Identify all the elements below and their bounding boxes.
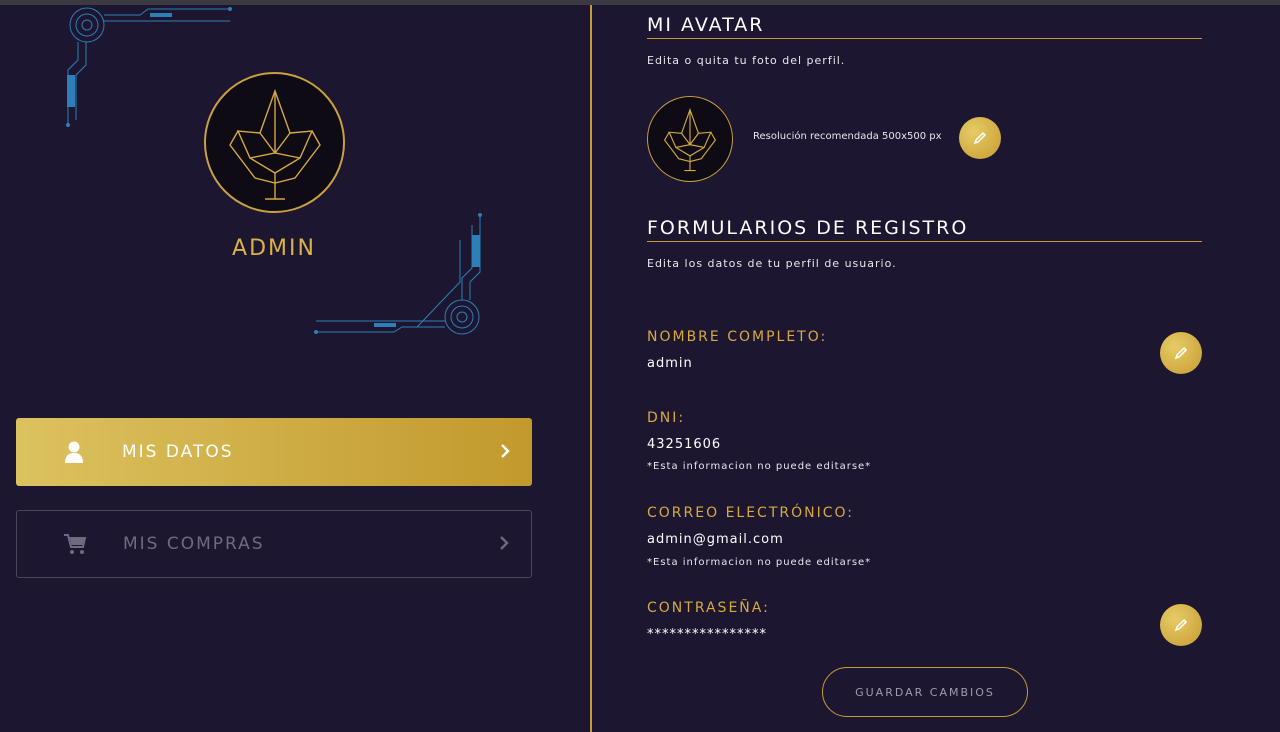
form-section-description: Edita los datos de tu perfil de usuario. (647, 257, 897, 270)
avatar-section-title: MI AVATAR (647, 14, 1202, 39)
chevron-right-icon (500, 440, 510, 465)
field-value-dni: 43251606 (647, 437, 722, 452)
pencil-icon (973, 131, 987, 145)
menu-item-mis-datos[interactable]: MIS DATOS (16, 418, 532, 486)
field-label-contrasena: CONTRASEÑA: (647, 600, 770, 616)
edit-nombre-button[interactable] (1160, 332, 1202, 374)
current-avatar (647, 96, 733, 182)
save-changes-button[interactable]: GUARDAR CAMBIOS (822, 667, 1028, 717)
menu-item-mis-compras[interactable]: MIS COMPRAS (16, 510, 532, 578)
user-icon (54, 441, 94, 463)
field-label-nombre: NOMBRE COMPLETO: (647, 329, 828, 345)
circuit-decoration-bottom-right (314, 213, 482, 335)
avatar-section-description: Edita o quita tu foto del perfil. (647, 54, 846, 67)
field-note-dni: *Esta informacion no puede editarse* (647, 461, 872, 472)
username-label: ADMIN (232, 236, 316, 261)
field-value-contrasena: **************** (647, 627, 767, 642)
form-section-title: FORMULARIOS DE REGISTRO (647, 217, 1202, 242)
pencil-icon (1174, 346, 1188, 360)
edit-avatar-button[interactable] (959, 117, 1001, 159)
profile-avatar (204, 72, 345, 213)
field-note-correo: *Esta informacion no puede editarse* (647, 557, 872, 568)
pencil-icon (1174, 618, 1188, 632)
cart-icon (55, 533, 95, 555)
field-value-nombre: admin (647, 356, 693, 371)
panel-divider (590, 5, 592, 732)
menu-item-label: MIS DATOS (122, 442, 234, 462)
menu-item-label: MIS COMPRAS (123, 534, 265, 554)
field-value-correo: admin@gmail.com (647, 532, 784, 547)
logo-emblem-icon (663, 108, 717, 172)
logo-emblem-icon (228, 88, 321, 200)
field-label-correo: CORREO ELECTRÓNICO: (647, 505, 854, 521)
edit-contrasena-button[interactable] (1160, 604, 1202, 646)
chevron-right-icon (499, 532, 509, 557)
field-label-dni: DNI: (647, 410, 686, 426)
resolution-note: Resolución recomendada 500x500 px (753, 131, 942, 142)
